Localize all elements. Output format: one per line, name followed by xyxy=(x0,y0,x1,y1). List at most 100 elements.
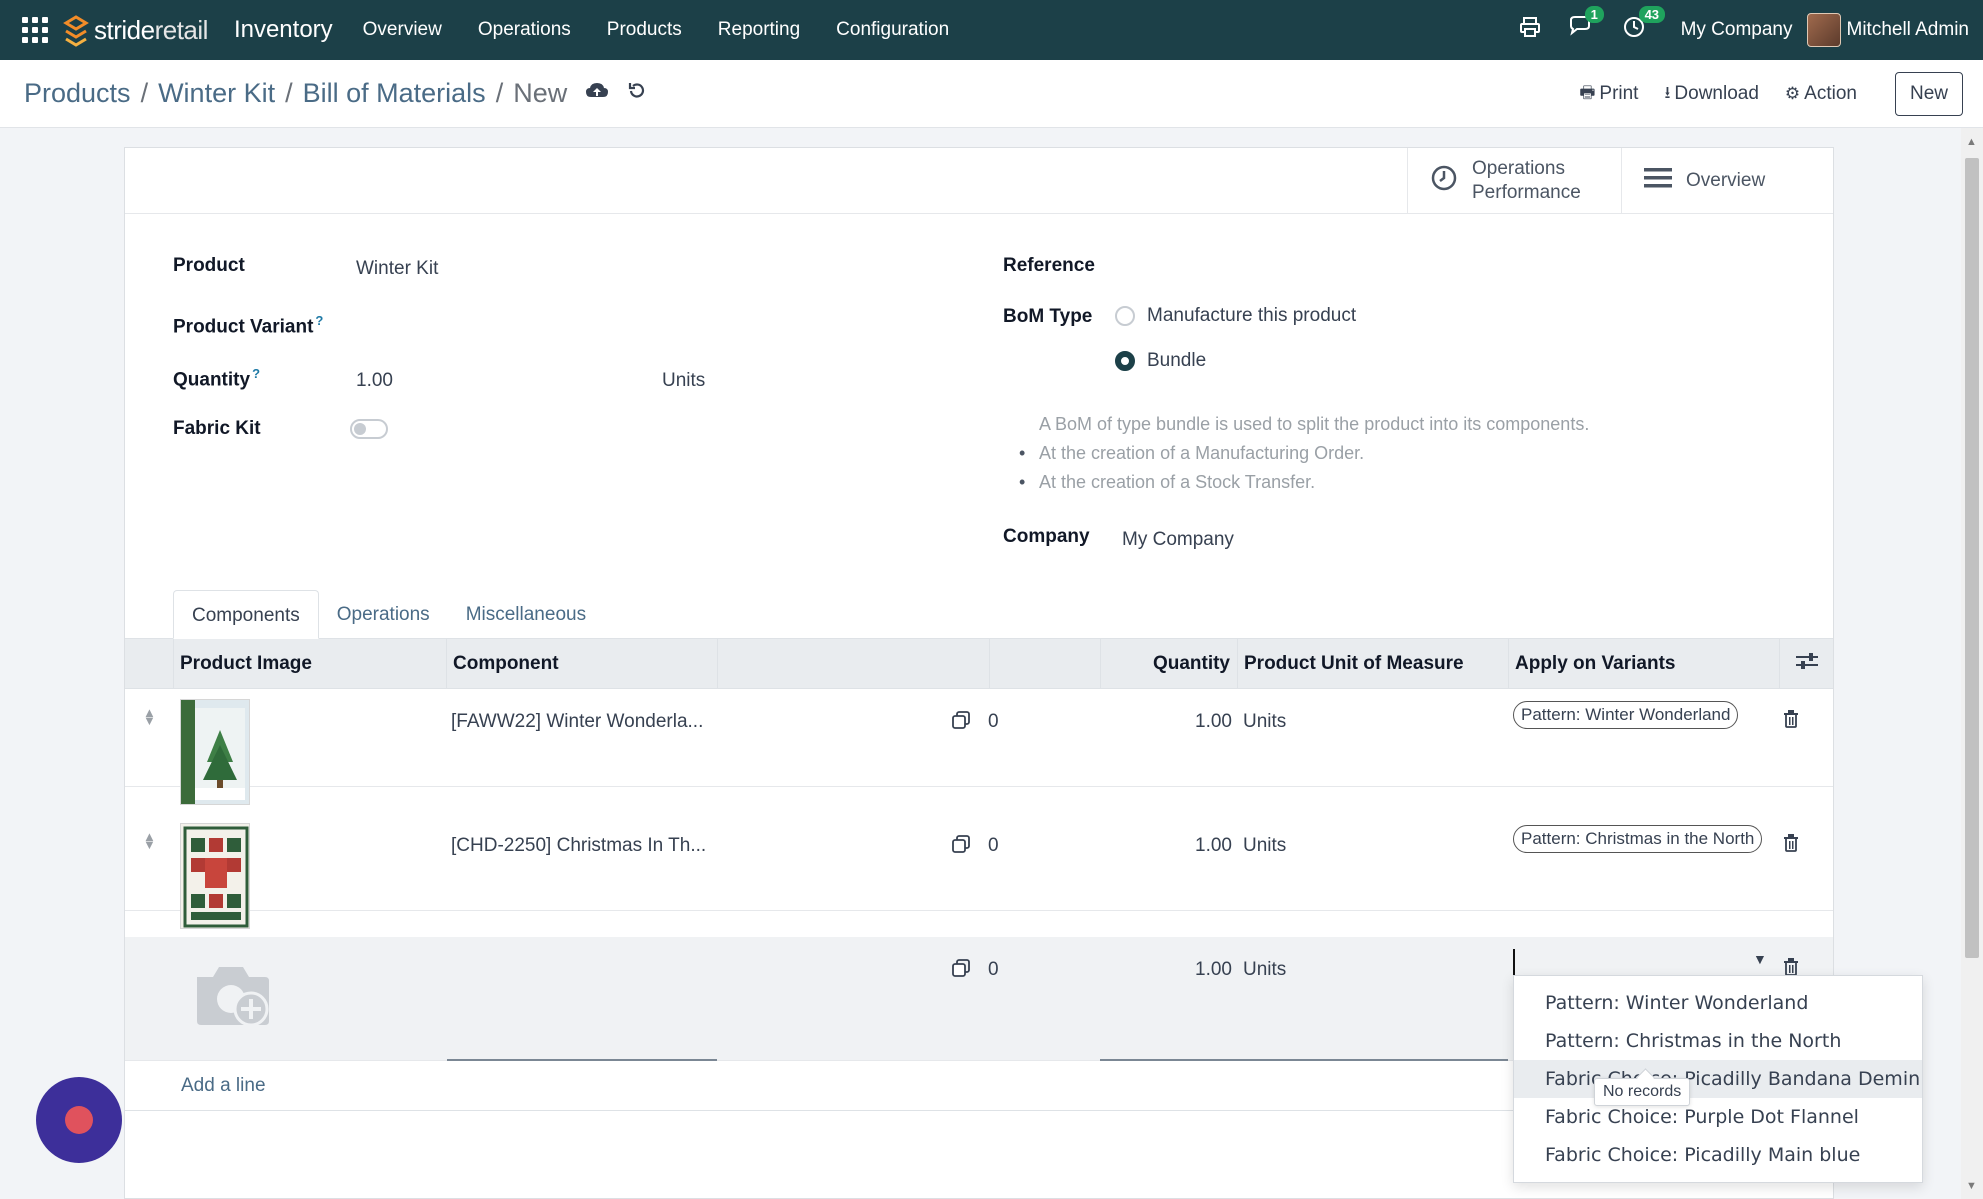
chevron-down-icon[interactable]: ▼ xyxy=(1753,951,1767,967)
discard-icon[interactable] xyxy=(627,81,647,107)
scroll-down-arrow[interactable]: ▼ xyxy=(1966,1180,1977,1192)
cloud-upload-icon xyxy=(586,82,609,97)
product-variant-field[interactable] xyxy=(356,310,856,338)
header-quantity[interactable]: Quantity xyxy=(1100,639,1236,689)
toggle-knob xyxy=(354,423,366,435)
uom-cell[interactable]: Units xyxy=(1243,711,1286,733)
quantity-uom[interactable]: Units xyxy=(662,370,705,392)
reference-label: Reference xyxy=(1003,255,1095,276)
menu-overview[interactable]: Overview xyxy=(345,19,460,41)
uom-input[interactable]: Units xyxy=(1243,959,1286,981)
dropdown-option[interactable]: Pattern: Winter Wonderland xyxy=(1514,984,1922,1022)
quantity-field[interactable]: 1.00 xyxy=(356,370,393,392)
uom-cell[interactable]: Units xyxy=(1243,835,1286,857)
drag-handle-icon[interactable]: ▲ ▼ xyxy=(143,830,156,851)
header-product-image[interactable]: Product Image xyxy=(173,639,445,689)
breadcrumb-separator: / xyxy=(140,78,149,108)
variant-tag[interactable]: Pattern: Christmas in the North xyxy=(1513,825,1763,853)
menu-reporting[interactable]: Reporting xyxy=(700,19,818,41)
top-navbar: stride retail Inventory Overview Operatio… xyxy=(0,0,1983,60)
overview-button[interactable]: Overview xyxy=(1621,148,1833,214)
help-icon[interactable]: ? xyxy=(252,366,260,381)
forecast-icon[interactable] xyxy=(951,710,971,730)
print-button[interactable]: 🖶 Print xyxy=(1579,80,1638,109)
component-cell[interactable]: [FAWW22] Winter Wonderla... xyxy=(451,711,703,733)
company-label: Company xyxy=(1003,526,1090,547)
forecast-icon[interactable] xyxy=(951,834,971,854)
header-blank-2 xyxy=(989,639,1099,689)
menu-configuration[interactable]: Configuration xyxy=(818,19,967,41)
menu-products[interactable]: Products xyxy=(589,19,700,41)
header-apply-variants[interactable]: Apply on Variants xyxy=(1508,639,1779,689)
printer-icon xyxy=(1519,17,1540,37)
app-title[interactable]: Inventory xyxy=(234,16,333,44)
delete-row-icon[interactable] xyxy=(1783,834,1799,857)
breadcrumb-bom[interactable]: Bill of Materials xyxy=(303,78,486,109)
add-image-icon[interactable] xyxy=(191,961,275,1038)
company-switcher[interactable]: My Company xyxy=(1681,19,1793,41)
product-image-winter-wonderland[interactable] xyxy=(180,699,250,805)
action-label: Action xyxy=(1804,83,1857,104)
chat-icon[interactable]: 1 xyxy=(1569,6,1604,44)
bom-help-list: At the creation of a Manufacturing Order… xyxy=(1019,439,1589,497)
operations-performance-button[interactable]: Operations Performance xyxy=(1407,148,1621,214)
forecast-icon[interactable] xyxy=(951,958,971,978)
help-icon[interactable]: ? xyxy=(315,313,323,328)
chat-badge: 1 xyxy=(1584,6,1604,23)
fabric-kit-toggle[interactable] xyxy=(350,419,388,439)
quantity-cell[interactable]: 1.00 xyxy=(1125,711,1232,733)
bom-type-label: BoM Type xyxy=(1003,306,1093,327)
apps-menu-icon[interactable] xyxy=(18,13,52,47)
scroll-thumb[interactable] xyxy=(1965,158,1979,958)
main-menu: Overview Operations Products Reporting C… xyxy=(345,19,968,41)
header-uom[interactable]: Product Unit of Measure xyxy=(1237,639,1507,689)
table-row[interactable]: ▲ ▼ [CHD-2250] Christmas In Th... 0 1.00 … xyxy=(125,813,1833,929)
breadcrumb-winter-kit[interactable]: Winter Kit xyxy=(158,78,275,109)
tab-operations[interactable]: Operations xyxy=(319,590,448,639)
menu-operations[interactable]: Operations xyxy=(460,19,589,41)
tab-components[interactable]: Components xyxy=(173,590,319,639)
download-button[interactable]: ⭳ Download xyxy=(1664,80,1758,109)
product-image-christmas-north[interactable] xyxy=(180,823,250,929)
drag-handle-icon[interactable]: ▲ ▼ xyxy=(143,706,156,727)
header-component[interactable]: Component xyxy=(446,639,716,689)
product-label: Product xyxy=(173,255,245,276)
user-name: Mitchell Admin xyxy=(1846,19,1970,40)
dropdown-option[interactable]: Pattern: Christmas in the North xyxy=(1514,1022,1922,1060)
header-blank-1 xyxy=(717,639,988,689)
tab-miscellaneous[interactable]: Miscellaneous xyxy=(448,590,604,639)
company-field[interactable]: My Company xyxy=(1122,529,1234,551)
optional-columns-icon[interactable] xyxy=(1779,639,1833,689)
component-input[interactable] xyxy=(447,1059,717,1061)
activity-icon[interactable]: 43 xyxy=(1623,6,1666,44)
save-cloud-icon[interactable] xyxy=(585,81,609,107)
add-line-link[interactable]: Add a line xyxy=(181,1075,266,1097)
dropdown-option[interactable]: Fabric Choice: Purple Dot Flannel xyxy=(1514,1098,1922,1136)
quantity-cell[interactable]: 1.00 xyxy=(1125,835,1232,857)
scroll-up-arrow[interactable]: ▲ xyxy=(1966,136,1977,148)
clock-icon xyxy=(1430,164,1458,199)
action-button[interactable]: ⚙ Action xyxy=(1785,83,1857,105)
breadcrumb-products[interactable]: Products xyxy=(24,78,131,109)
delete-row-icon[interactable] xyxy=(1783,710,1799,733)
reference-field[interactable] xyxy=(1115,252,1815,280)
undo-icon xyxy=(629,82,645,98)
dropdown-option[interactable]: Fabric Choice: Picadilly Main blue xyxy=(1514,1136,1922,1174)
page-scrollbar[interactable]: ▲ ▼ xyxy=(1961,128,1983,1199)
print-icon[interactable] xyxy=(1519,16,1541,44)
brand-logo[interactable]: stride retail xyxy=(62,13,208,47)
variant-tag[interactable]: Pattern: Winter Wonderland xyxy=(1513,701,1739,729)
breadcrumb-separator: / xyxy=(495,78,504,108)
dropdown-option-highlighted[interactable]: Fabric Choice: Picadilly Bandana Demin xyxy=(1514,1060,1922,1098)
table-row[interactable]: ▲ ▼ [FAWW22] Winter Wonderla... 0 1.00 Un… xyxy=(125,689,1833,805)
product-field[interactable]: Winter Kit xyxy=(356,258,438,280)
record-button[interactable] xyxy=(36,1077,122,1163)
bom-help-item: At the creation of a Stock Transfer. xyxy=(1019,468,1589,497)
new-button[interactable]: New xyxy=(1894,72,1963,116)
radio-bundle[interactable]: Bundle xyxy=(1115,350,1206,372)
component-cell[interactable]: [CHD-2250] Christmas In Th... xyxy=(451,835,706,857)
user-menu[interactable]: Mitchell Admin xyxy=(1806,13,1970,47)
breadcrumb-current: New xyxy=(513,78,568,108)
radio-manufacture[interactable]: Manufacture this product xyxy=(1115,305,1356,327)
quantity-input[interactable]: 1.00 xyxy=(1125,959,1232,981)
